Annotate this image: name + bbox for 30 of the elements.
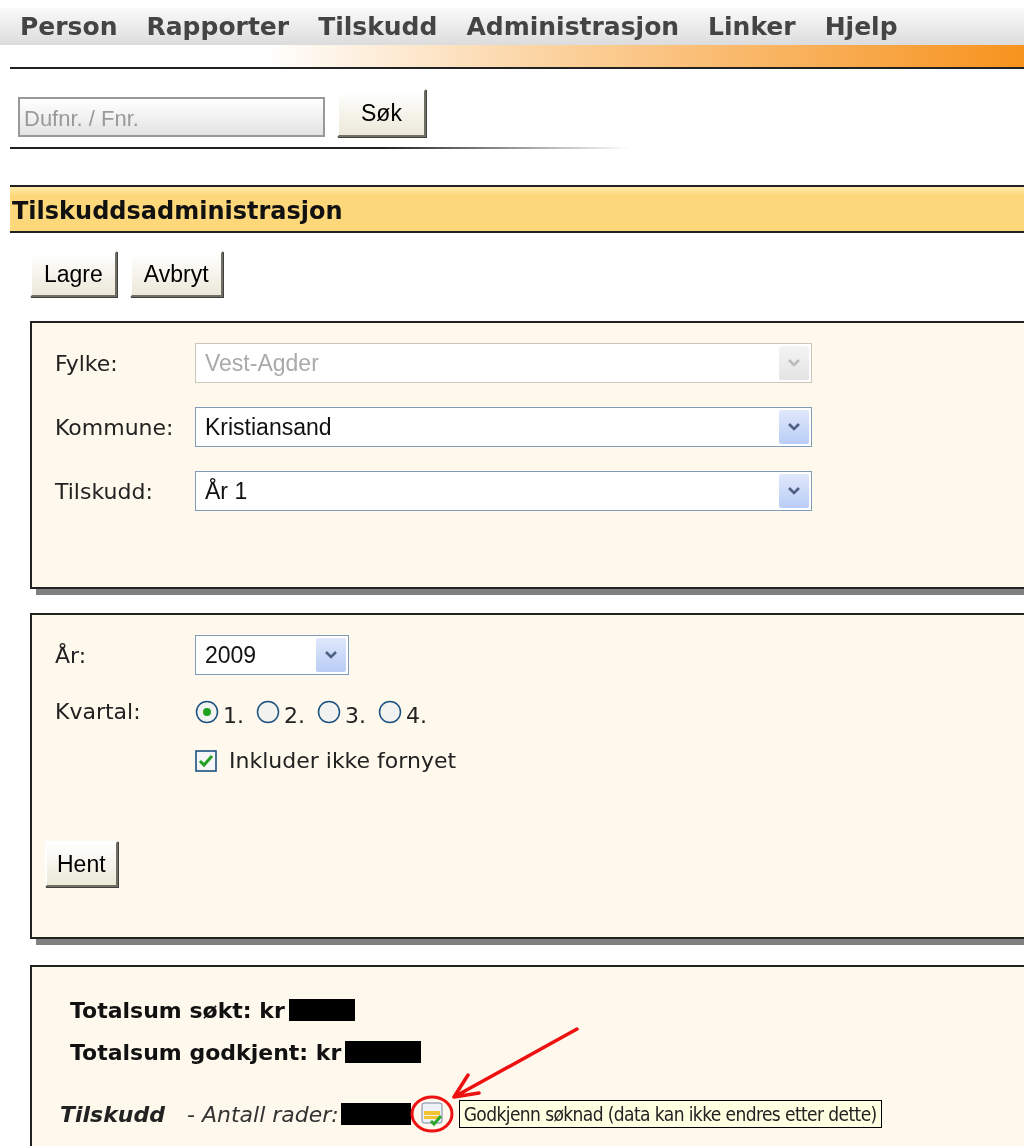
menu-item[interactable]: Rapporter — [146, 12, 290, 41]
save-button[interactable]: Lagre — [30, 251, 117, 297]
menu-item[interactable]: Tilskudd — [318, 12, 438, 41]
field-label: År: — [55, 642, 88, 668]
menu-item[interactable]: Person — [20, 12, 118, 41]
search-button[interactable]: Søk — [337, 89, 426, 137]
radio-label: 3. — [345, 703, 366, 728]
field-label: Fylke: — [55, 350, 119, 376]
cancel-button[interactable]: Avbryt — [129, 251, 223, 297]
chevron-down-icon — [787, 358, 801, 368]
radio-label: 2. — [284, 703, 305, 728]
menu-item[interactable]: Hjelp — [824, 12, 898, 41]
radio-label: 4. — [406, 703, 427, 728]
field-label: Tilskudd: — [55, 478, 154, 504]
menu-item[interactable]: Linker — [708, 12, 796, 41]
chevron-down-icon — [787, 422, 801, 432]
total-label: Totalsum søkt: kr — [70, 997, 285, 1023]
row-count-label: - Antall rader: — [187, 1101, 339, 1127]
chevron-down-icon — [787, 486, 801, 496]
total-label: Totalsum godkjent: kr — [70, 1039, 342, 1065]
field-label: Kommune: — [55, 414, 175, 440]
dropdown[interactable]: Kristiansand — [195, 407, 812, 447]
radio-label: 1. — [223, 703, 244, 728]
field-label: Kvartal: — [55, 699, 142, 724]
search-field[interactable]: Dufnr. / Fnr. — [18, 97, 325, 137]
checkbox-label: Inkluder ikke fornyet — [229, 748, 457, 773]
dropdown[interactable]: År 1 — [195, 471, 812, 511]
menu-item[interactable]: Administrasjon — [466, 12, 680, 41]
list-title: Tilskudd — [60, 1101, 165, 1127]
section-header: Tilskuddsadministrasjon — [10, 185, 1024, 233]
